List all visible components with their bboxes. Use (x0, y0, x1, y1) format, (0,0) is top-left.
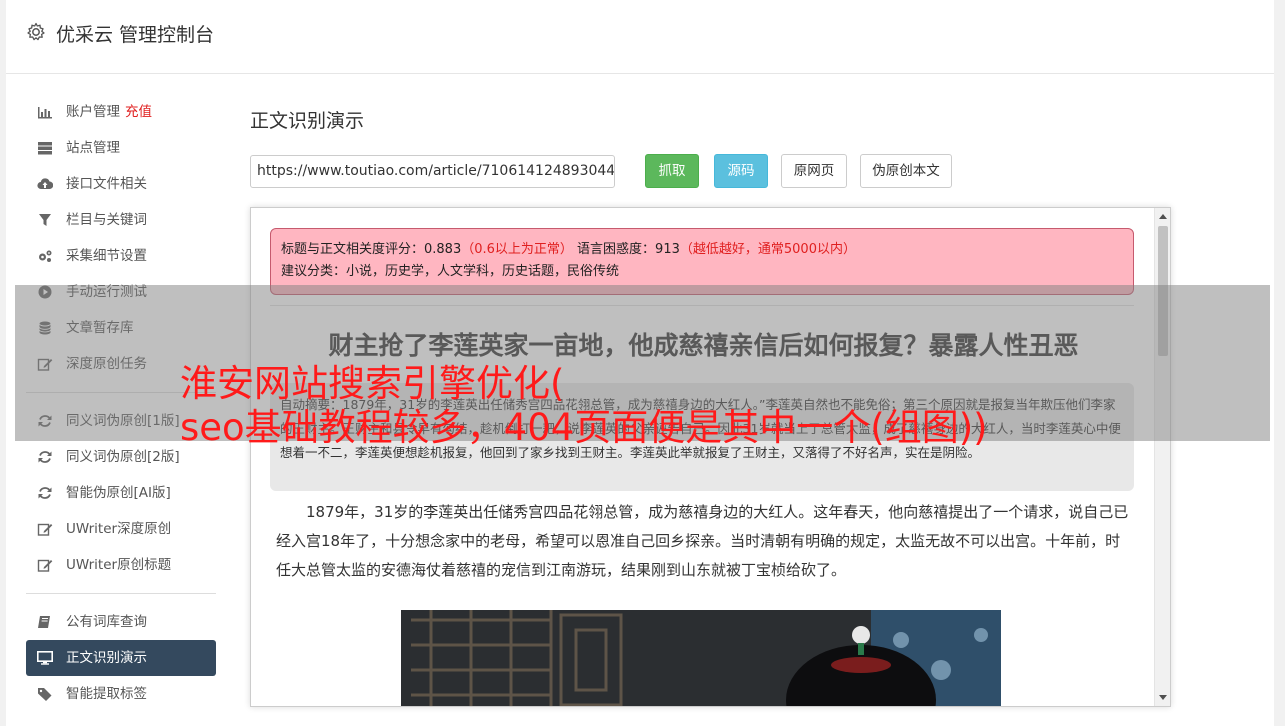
perplexity-note: （越低越好，通常5000以内） (679, 242, 856, 257)
desktop-icon (37, 651, 53, 665)
sidebar-item-label: 站点管理 (66, 140, 120, 156)
rewrite-article-button[interactable]: 伪原创本文 (860, 154, 952, 188)
gear-icon (27, 22, 45, 41)
perplexity-score: 语言困惑度：913 (577, 242, 680, 257)
article-paragraph: 1879年，31岁的李莲英出任储秀宫四品花翎总管，成为慈禧身边的大红人。这年春天… (276, 503, 1129, 579)
sidebar-item-public-lexicon[interactable]: 公有词库查询 (26, 604, 216, 640)
bar-chart-icon (37, 105, 53, 119)
watermark-line-2: seo基础教程较多，404页面便是其中一个(组图)) (180, 406, 988, 449)
server-icon (37, 141, 53, 155)
original-page-button[interactable]: 原网页 (781, 154, 847, 188)
sidebar-item-uwriter-title[interactable]: UWriter原创标题 (26, 547, 216, 583)
fetch-button[interactable]: 抓取 (645, 154, 699, 188)
refresh-icon (37, 450, 53, 464)
watermark-overlay-text: 淮安网站搜索引擎优化( seo基础教程较多，404页面便是其中一个(组图)) (180, 362, 1180, 450)
sidebar-item-label: 采集细节设置 (66, 248, 147, 264)
result-viewer[interactable]: 标题与正文相关度评分：0.883（0.6以上为正常） 语言困惑度：913（越低越… (250, 207, 1171, 707)
sidebar-item-label: 栏目与关键词 (66, 212, 147, 228)
cloud-upload-icon (37, 177, 53, 191)
sidebar-item-label: 智能伪原创[AI版] (66, 485, 171, 501)
sidebar-item-account[interactable]: 账户管理 充值 (26, 94, 216, 130)
edit-icon (37, 558, 53, 572)
sidebar-item-uwriter-deep[interactable]: UWriter深度原创 (26, 511, 216, 547)
cogs-icon (37, 249, 53, 263)
category-suggestion: 建议分类：小说，历史学，人文学科，历史话题，民俗传统 (281, 264, 620, 279)
tag-icon (37, 687, 53, 701)
sidebar-item-smart-tags[interactable]: 智能提取标签 (26, 676, 216, 712)
sidebar-item-label: 公有词库查询 (66, 614, 147, 630)
book-icon (37, 615, 53, 629)
edit-icon (37, 522, 53, 536)
sidebar-item-columns-keywords[interactable]: 栏目与关键词 (26, 202, 216, 238)
sidebar-item-collection-settings[interactable]: 采集细节设置 (26, 238, 216, 274)
relevance-note: （0.6以上为正常） (461, 242, 573, 257)
sidebar-item-label: 账户管理 (66, 104, 120, 120)
score-line: 标题与正文相关度评分：0.883（0.6以上为正常） 语言困惑度：913（越低越… (281, 239, 1123, 261)
article-image (401, 610, 1001, 706)
relevance-score: 标题与正文相关度评分：0.883 (281, 242, 462, 257)
sidebar-item-label: 同义词伪原创[2版] (66, 449, 180, 465)
source-button[interactable]: 源码 (714, 154, 768, 188)
sidebar-item-label: UWriter原创标题 (66, 557, 172, 573)
refresh-icon (37, 486, 53, 500)
page-title: 正文识别演示 (250, 110, 365, 132)
sidebar-item-ai-rewrite[interactable]: 智能伪原创[AI版] (26, 475, 216, 511)
watermark-line-1: 淮安网站搜索引擎优化( (180, 362, 565, 405)
top-bar: 优采云 管理控制台 (6, 0, 1274, 74)
sidebar-item-text-recognition[interactable]: 正文识别演示 (26, 640, 216, 676)
app-title: 优采云 管理控制台 (56, 24, 215, 46)
filter-icon (37, 213, 53, 227)
sidebar-item-label: 智能提取标签 (66, 686, 147, 702)
sidebar-item-label: UWriter深度原创 (66, 521, 172, 537)
recharge-link[interactable]: 充值 (125, 104, 152, 120)
sidebar-item-label: 正文识别演示 (66, 650, 147, 666)
viewer-scrollbar[interactable] (1154, 208, 1170, 706)
scroll-down-icon[interactable] (1159, 695, 1167, 700)
sidebar-item-sites[interactable]: 站点管理 (26, 130, 216, 166)
url-input[interactable]: https://www.toutiao.com/article/71061412… (250, 155, 615, 188)
sidebar-item-label: 接口文件相关 (66, 176, 147, 192)
sidebar-item-interface-files[interactable]: 接口文件相关 (26, 166, 216, 202)
scroll-up-icon[interactable] (1159, 214, 1167, 219)
sidebar-divider (26, 593, 216, 594)
